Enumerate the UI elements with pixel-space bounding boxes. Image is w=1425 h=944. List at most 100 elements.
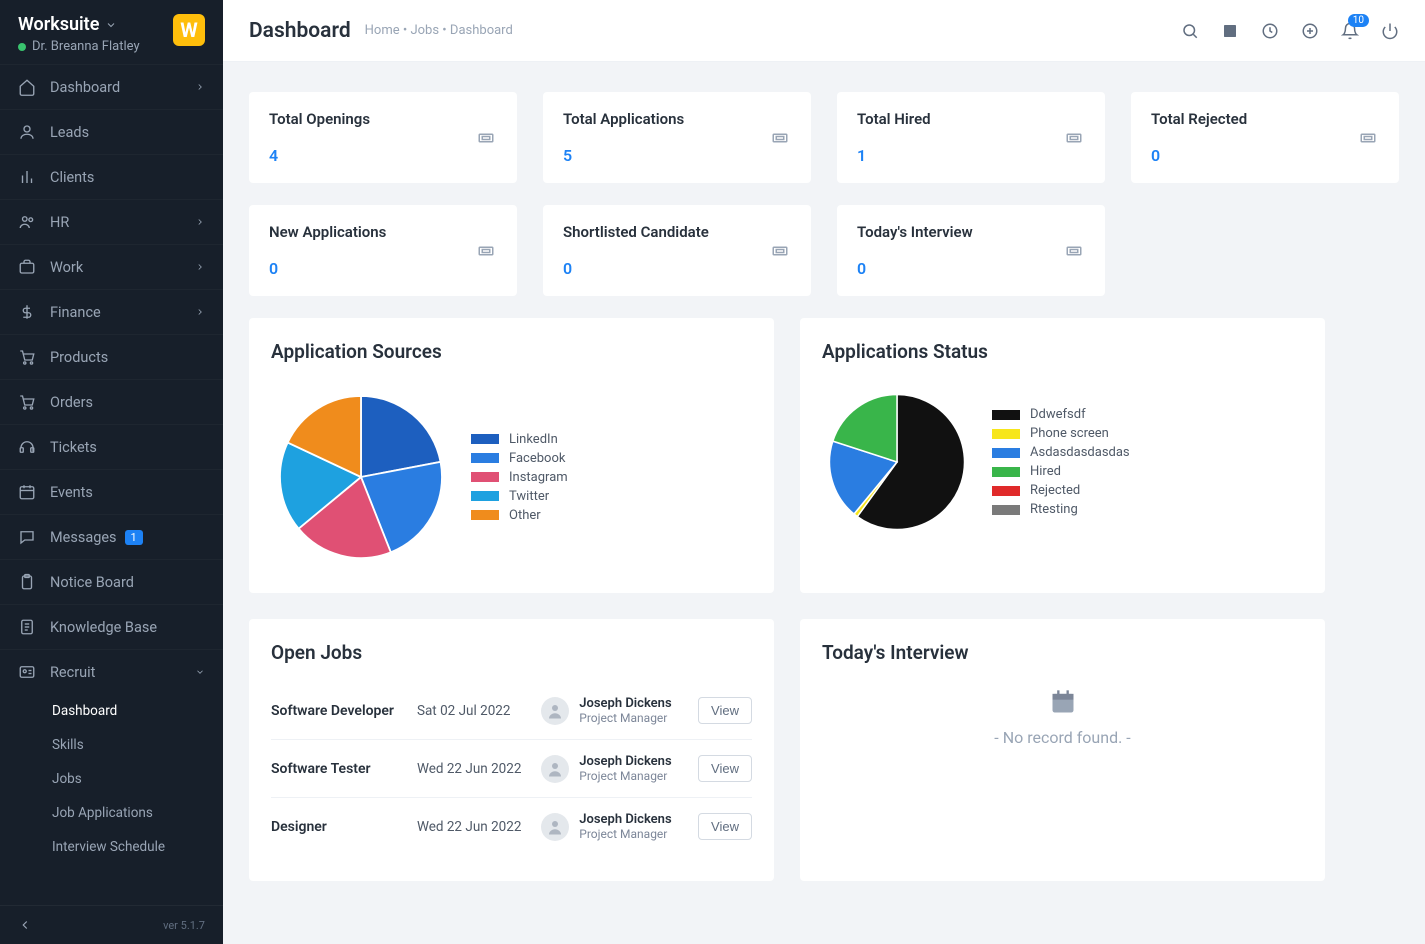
stat-value: 4: [269, 146, 370, 165]
chart-legend: LinkedIn Facebook Instagram Twitter Other: [471, 428, 752, 527]
stat-value: 0: [1151, 146, 1247, 165]
brand-logo[interactable]: W: [173, 14, 205, 46]
ticket-icon: [769, 129, 791, 147]
main: Dashboard Home • Jobs • Dashboard 10 Tot…: [223, 0, 1425, 944]
legend-swatch-icon: [992, 467, 1020, 477]
stat-card[interactable]: Total Hired1: [837, 92, 1105, 183]
content: Total Openings4 Total Applications5 Total …: [223, 62, 1425, 944]
stat-value: 0: [857, 259, 973, 278]
sidebar-item-orders[interactable]: Orders: [0, 379, 223, 424]
stat-label: Total Rejected: [1151, 110, 1247, 128]
sub-item-jobs[interactable]: Jobs: [52, 762, 223, 796]
legend-item[interactable]: Ddwefsdf: [992, 407, 1303, 422]
legend-swatch-icon: [992, 505, 1020, 515]
sidebar-item-products[interactable]: Products: [0, 334, 223, 379]
legend-item[interactable]: LinkedIn: [471, 432, 752, 447]
sidebar-item-finance[interactable]: Finance: [0, 289, 223, 334]
legend-label: Phone screen: [1030, 426, 1109, 441]
legend-item[interactable]: Facebook: [471, 451, 752, 466]
legend-swatch-icon: [471, 472, 499, 482]
job-title: Designer: [271, 819, 401, 835]
legend-swatch-icon: [471, 434, 499, 444]
legend-item[interactable]: Phone screen: [992, 426, 1303, 441]
nav-label: Work: [50, 259, 83, 276]
open-job-row: Software DeveloperSat 02 Jul 2022Joseph …: [271, 682, 752, 739]
status-dot-icon: [18, 43, 26, 51]
stat-value: 5: [563, 146, 684, 165]
nav-label: Leads: [50, 124, 89, 141]
open-job-row: Software TesterWed 22 Jun 2022Joseph Dic…: [271, 739, 752, 797]
stats-row-1: Total Openings4 Total Applications5 Total …: [249, 92, 1399, 183]
chevron-right-icon: [195, 82, 205, 92]
panel-title: Today's Interview: [822, 641, 1303, 664]
breadcrumb-link[interactable]: Home: [365, 23, 400, 38]
job-title: Software Developer: [271, 703, 401, 719]
sidebar-item-clients[interactable]: Clients: [0, 154, 223, 199]
nav-badge: 1: [125, 530, 143, 545]
avatar-icon: [541, 755, 569, 783]
user-line: Dr. Breanna Flatley: [18, 39, 140, 54]
stat-card[interactable]: Today's Interview0: [837, 205, 1105, 296]
sidebar-item-knowledge-base[interactable]: Knowledge Base: [0, 604, 223, 649]
legend-item[interactable]: Instagram: [471, 470, 752, 485]
legend-item[interactable]: Rejected: [992, 483, 1303, 498]
user-icon: [18, 123, 36, 141]
sidebar-item-dashboard[interactable]: Dashboard: [0, 64, 223, 109]
open-jobs-panel: Open Jobs Software DeveloperSat 02 Jul 2…: [249, 619, 774, 881]
pie-chart: [822, 387, 972, 537]
sidebar-item-work[interactable]: Work: [0, 244, 223, 289]
bell-icon[interactable]: 10: [1341, 22, 1359, 40]
avatar-icon: [541, 813, 569, 841]
collapse-sidebar-button[interactable]: [18, 918, 32, 932]
id-icon: [18, 663, 36, 681]
stat-card[interactable]: Total Rejected 0: [1131, 92, 1399, 183]
view-button[interactable]: View: [698, 813, 752, 840]
legend-item[interactable]: Hired: [992, 464, 1303, 479]
sub-item-interview-schedule[interactable]: Interview Schedule: [52, 830, 223, 864]
stat-card[interactable]: Total Openings4: [249, 92, 517, 183]
dollar-icon: [18, 303, 36, 321]
search-icon[interactable]: [1181, 22, 1199, 40]
brand-name[interactable]: Worksuite: [18, 14, 140, 35]
clock-icon[interactable]: [1261, 22, 1279, 40]
legend-label: Rejected: [1030, 483, 1080, 498]
calendar-icon: [822, 688, 1303, 716]
power-icon[interactable]: [1381, 22, 1399, 40]
job-date: Sat 02 Jul 2022: [417, 703, 525, 719]
sub-item-skills[interactable]: Skills: [52, 728, 223, 762]
sidebar-item-notice-board[interactable]: Notice Board: [0, 559, 223, 604]
sidebar-item-tickets[interactable]: Tickets: [0, 424, 223, 469]
legend-item[interactable]: Rtesting: [992, 502, 1303, 517]
stat-card[interactable]: Total Applications5: [543, 92, 811, 183]
legend-swatch-icon: [471, 491, 499, 501]
sidebar-item-events[interactable]: Events: [0, 469, 223, 514]
view-button[interactable]: View: [698, 755, 752, 782]
sidebar-nav: Dashboard Leads Clients HR Work FinanceProduc…: [0, 64, 223, 905]
chevron-right-icon: [195, 217, 205, 227]
view-button[interactable]: View: [698, 697, 752, 724]
breadcrumb-link[interactable]: Jobs: [410, 23, 439, 38]
legend-label: Rtesting: [1030, 502, 1078, 517]
headset-icon: [18, 438, 36, 456]
cart-icon: [18, 348, 36, 366]
sidebar-item-messages[interactable]: Messages1: [0, 514, 223, 559]
person-name: Joseph Dickens: [579, 754, 671, 769]
sub-item-dashboard[interactable]: Dashboard: [52, 694, 223, 728]
note-icon[interactable]: [1221, 22, 1239, 40]
sidebar-item-recruit[interactable]: Recruit: [0, 649, 223, 694]
legend-item[interactable]: Other: [471, 508, 752, 523]
person-name: Joseph Dickens: [579, 812, 671, 827]
sidebar-item-leads[interactable]: Leads: [0, 109, 223, 154]
nav-label: Clients: [50, 169, 94, 186]
legend-item[interactable]: Asdasdasdasdas: [992, 445, 1303, 460]
stat-card[interactable]: New Applications0: [249, 205, 517, 296]
sub-item-job-applications[interactable]: Job Applications: [52, 796, 223, 830]
briefcase-icon: [18, 258, 36, 276]
sidebar-item-hr[interactable]: HR: [0, 199, 223, 244]
plus-icon[interactable]: [1301, 22, 1319, 40]
version-label: ver 5.1.7: [163, 919, 205, 932]
stat-card[interactable]: Shortlisted Candidate0: [543, 205, 811, 296]
legend-item[interactable]: Twitter: [471, 489, 752, 504]
legend-label: Other: [509, 508, 541, 523]
breadcrumb-link[interactable]: Dashboard: [450, 23, 513, 38]
